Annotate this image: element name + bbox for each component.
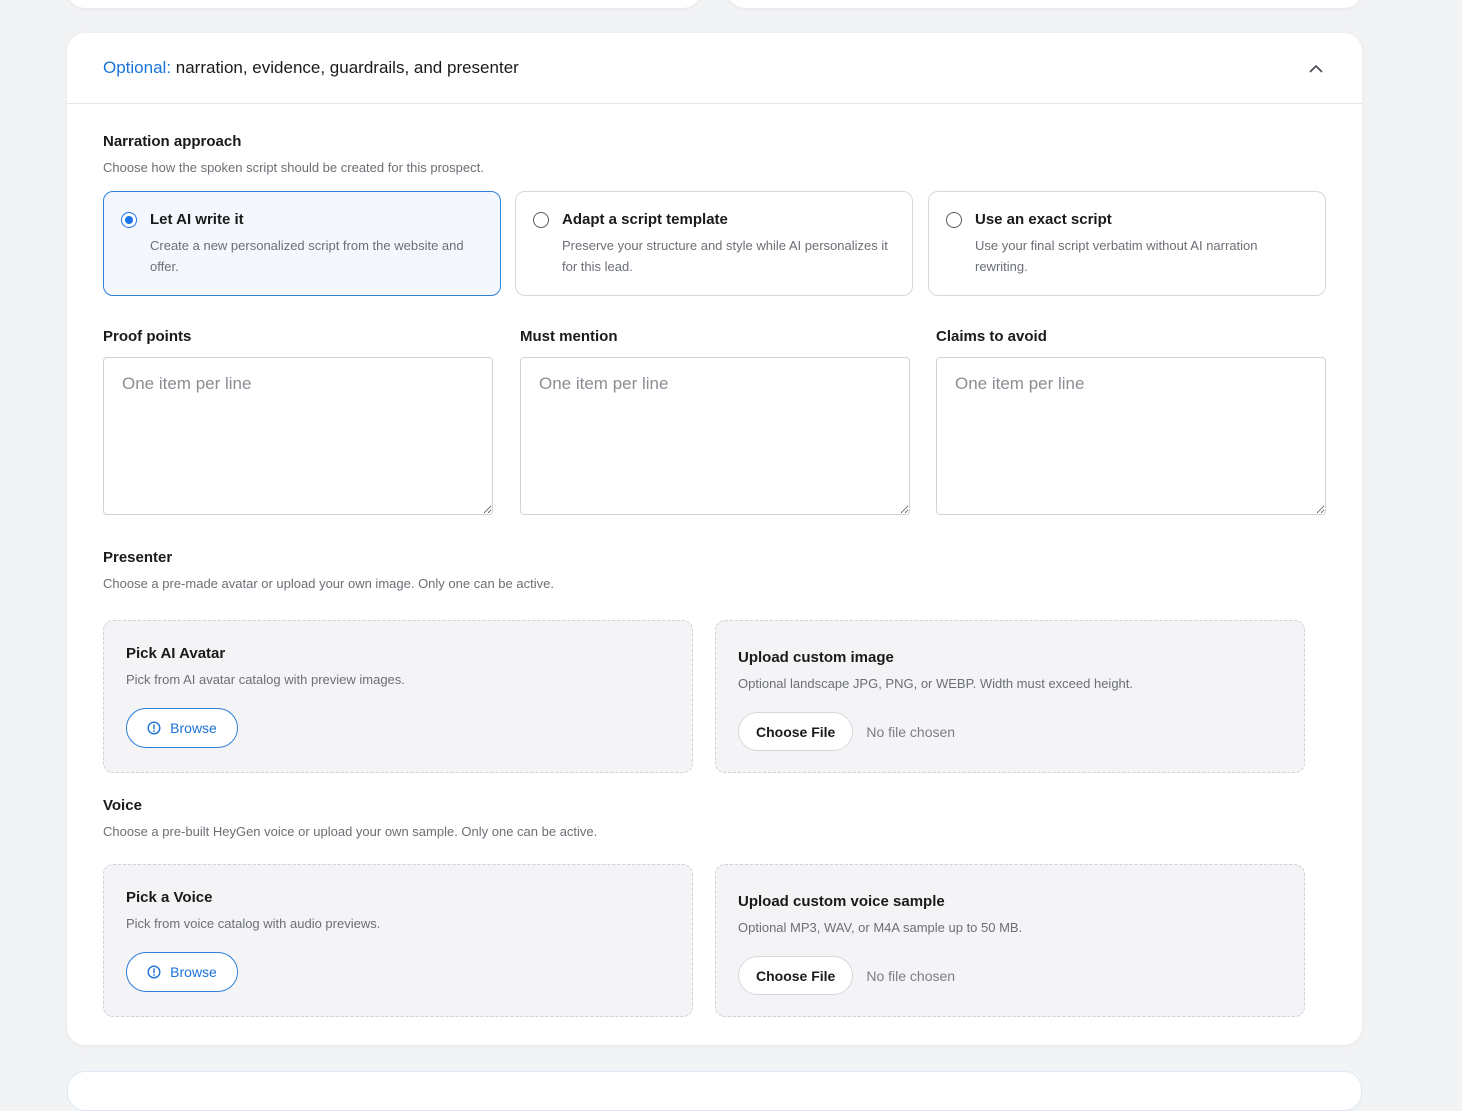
radio-button[interactable]	[946, 212, 962, 228]
pick-voice-title: Pick a Voice	[126, 889, 213, 906]
info-circle-icon	[147, 721, 161, 735]
browse-label: Browse	[170, 964, 217, 980]
browse-label: Browse	[170, 720, 217, 736]
panel-title: Optional: narration, evidence, guardrail…	[103, 58, 519, 78]
panel-header[interactable]: Optional: narration, evidence, guardrail…	[67, 33, 1362, 104]
claims-to-avoid-label: Claims to avoid	[936, 328, 1047, 345]
radio-button-selected[interactable]	[121, 212, 137, 228]
proof-points-label: Proof points	[103, 328, 192, 345]
choose-image-file-button[interactable]: Choose File	[738, 712, 854, 751]
option-description: Preserve your structure and style while …	[562, 238, 888, 274]
narration-option-exact-script[interactable]: Use an exact script Use your final scrip…	[928, 191, 1326, 296]
voice-label: Voice	[103, 797, 142, 814]
claims-to-avoid-textarea[interactable]	[936, 357, 1326, 515]
option-title: Use an exact script	[975, 211, 1112, 228]
voice-file-input: Choose File No file chosen	[738, 956, 955, 995]
option-description: Use your final script verbatim without A…	[975, 238, 1258, 274]
pick-avatar-box: Pick AI Avatar Pick from AI avatar catal…	[103, 620, 693, 773]
narration-label: Narration approach	[103, 133, 242, 150]
must-mention-textarea[interactable]	[520, 357, 910, 515]
browse-voices-button[interactable]: Browse	[126, 952, 238, 992]
info-circle-icon	[147, 965, 161, 979]
chevron-up-icon	[1309, 64, 1323, 72]
presenter-description: Choose a pre-made avatar or upload your …	[103, 576, 554, 591]
pick-avatar-description: Pick from AI avatar catalog with preview…	[126, 672, 405, 687]
image-file-input: Choose File No file chosen	[738, 712, 955, 751]
option-description: Create a new personalized script from th…	[150, 238, 464, 274]
panel-title-accent: Optional:	[103, 58, 172, 77]
presenter-label: Presenter	[103, 549, 173, 566]
voice-file-status: No file chosen	[866, 967, 956, 984]
image-file-status: No file chosen	[866, 723, 956, 740]
pick-voice-box: Pick a Voice Pick from voice catalog wit…	[103, 864, 693, 1017]
narration-option-ai-write[interactable]: Let AI write it Create a new personalize…	[103, 191, 501, 296]
panel-title-text: narration, evidence, guardrails, and pre…	[171, 58, 519, 77]
browse-avatars-button[interactable]: Browse	[126, 708, 238, 748]
next-card	[67, 1071, 1362, 1111]
option-title: Adapt a script template	[562, 211, 728, 228]
upload-voice-description: Optional MP3, WAV, or M4A sample up to 5…	[738, 920, 1023, 935]
upload-image-title: Upload custom image	[738, 649, 894, 666]
pick-avatar-title: Pick AI Avatar	[126, 645, 226, 662]
upload-voice-title: Upload custom voice sample	[738, 893, 945, 910]
narration-option-adapt-template[interactable]: Adapt a script template Preserve your st…	[515, 191, 913, 296]
voice-description: Choose a pre-built HeyGen voice or uploa…	[103, 824, 598, 839]
previous-card-right	[727, 0, 1362, 8]
upload-image-box: Upload custom image Optional landscape J…	[715, 620, 1305, 773]
must-mention-label: Must mention	[520, 328, 618, 345]
narration-description: Choose how the spoken script should be c…	[103, 160, 484, 175]
proof-points-textarea[interactable]	[103, 357, 493, 515]
radio-button[interactable]	[533, 212, 549, 228]
collapse-button[interactable]	[1304, 56, 1328, 80]
choose-voice-file-button[interactable]: Choose File	[738, 956, 854, 995]
previous-card-left	[67, 0, 701, 8]
pick-voice-description: Pick from voice catalog with audio previ…	[126, 916, 381, 931]
optional-settings-panel: Optional: narration, evidence, guardrail…	[67, 33, 1362, 1045]
upload-image-description: Optional landscape JPG, PNG, or WEBP. Wi…	[738, 676, 1134, 691]
upload-voice-box: Upload custom voice sample Optional MP3,…	[715, 864, 1305, 1017]
option-title: Let AI write it	[150, 211, 244, 228]
